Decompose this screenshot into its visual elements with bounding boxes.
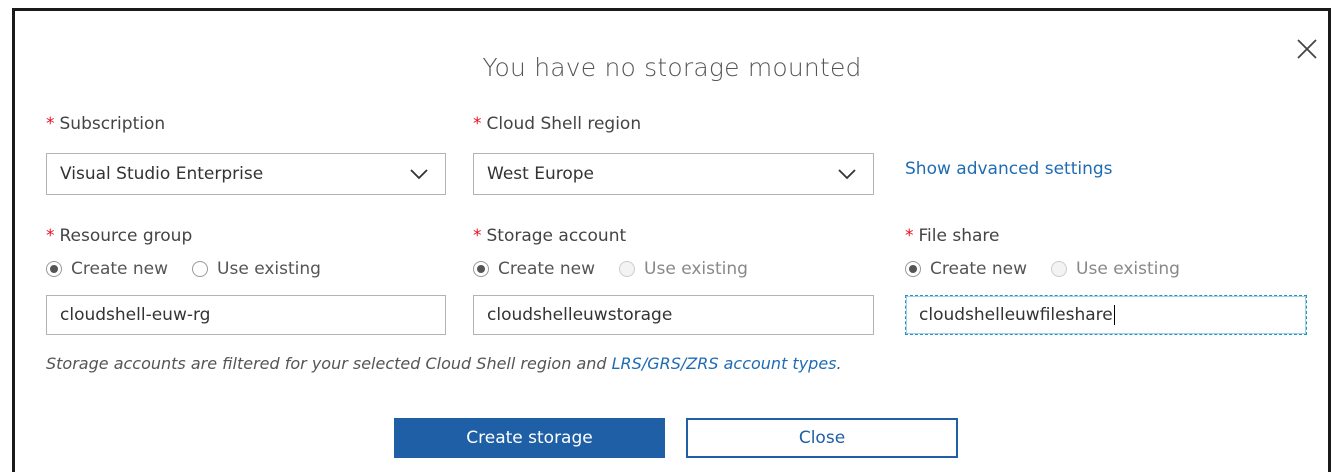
show-advanced-settings-link[interactable]: Show advanced settings [905,159,1113,179]
close-button[interactable]: Close [686,418,958,458]
resource-group-value: cloudshell-euw-rg [60,305,211,325]
region-select[interactable]: West Europe [473,153,874,195]
required-mark: * [905,226,914,246]
resource-group-create-new-option[interactable]: Create new [46,259,168,279]
create-new-label: Create new [498,259,596,279]
create-storage-button[interactable]: Create storage [394,418,665,458]
resource-group-label-text: Resource group [59,226,193,246]
file-share-label-text: File share [918,226,1000,246]
file-share-label: * File share [905,226,999,246]
note-text: Storage accounts are filtered for your s… [46,354,612,373]
subscription-value: Visual Studio Enterprise [60,164,264,184]
required-mark: * [473,226,482,246]
file-share-use-existing-option[interactable]: Use existing [1051,259,1180,279]
radio-selected-icon[interactable] [905,261,921,277]
account-types-link[interactable]: LRS/GRS/ZRS account types [612,354,837,373]
resource-group-radio-group: Create new Use existing [46,259,345,279]
subscription-label-text: Subscription [59,114,166,134]
create-new-label: Create new [71,259,169,279]
use-existing-label: Use existing [217,259,321,279]
required-mark: * [46,114,55,134]
subscription-select[interactable]: Visual Studio Enterprise [46,153,446,195]
file-share-input[interactable]: cloudshelleuwfileshare [905,295,1307,335]
file-share-radio-group: Create new Use existing [905,259,1204,279]
use-existing-label: Use existing [1076,259,1180,279]
use-existing-label: Use existing [644,259,748,279]
file-share-create-new-option[interactable]: Create new [905,259,1027,279]
storage-account-value: cloudshelleuwstorage [487,305,673,325]
required-mark: * [473,114,482,134]
storage-account-label-text: Storage account [486,226,627,246]
dialog-title: You have no storage mounted [482,53,862,82]
radio-unselected-icon[interactable] [1051,261,1068,277]
create-new-label: Create new [930,259,1028,279]
chevron-down-icon [410,169,428,180]
radio-unselected-icon[interactable] [192,261,209,277]
radio-selected-icon[interactable] [46,261,62,277]
note-suffix: . [836,354,842,373]
resource-group-input[interactable]: cloudshell-euw-rg [46,295,446,335]
storage-account-use-existing-option[interactable]: Use existing [619,259,748,279]
storage-account-input[interactable]: cloudshelleuwstorage [473,295,874,335]
required-mark: * [46,226,55,246]
subscription-label: * Subscription [46,114,165,134]
radio-selected-icon[interactable] [473,261,489,277]
storage-filter-note: Storage accounts are filtered for your s… [46,354,842,373]
region-value: West Europe [487,164,594,184]
radio-unselected-icon[interactable] [619,261,636,277]
resource-group-use-existing-option[interactable]: Use existing [192,259,321,279]
storage-account-create-new-option[interactable]: Create new [473,259,595,279]
chevron-down-icon [838,169,856,180]
resource-group-label: * Resource group [46,226,192,246]
region-label-text: Cloud Shell region [486,114,642,134]
text-caret [1113,305,1115,325]
file-share-value: cloudshelleuwfileshare [919,305,1113,325]
region-label: * Cloud Shell region [473,114,641,134]
storage-account-label: * Storage account [473,226,626,246]
storage-account-radio-group: Create new Use existing [473,259,772,279]
